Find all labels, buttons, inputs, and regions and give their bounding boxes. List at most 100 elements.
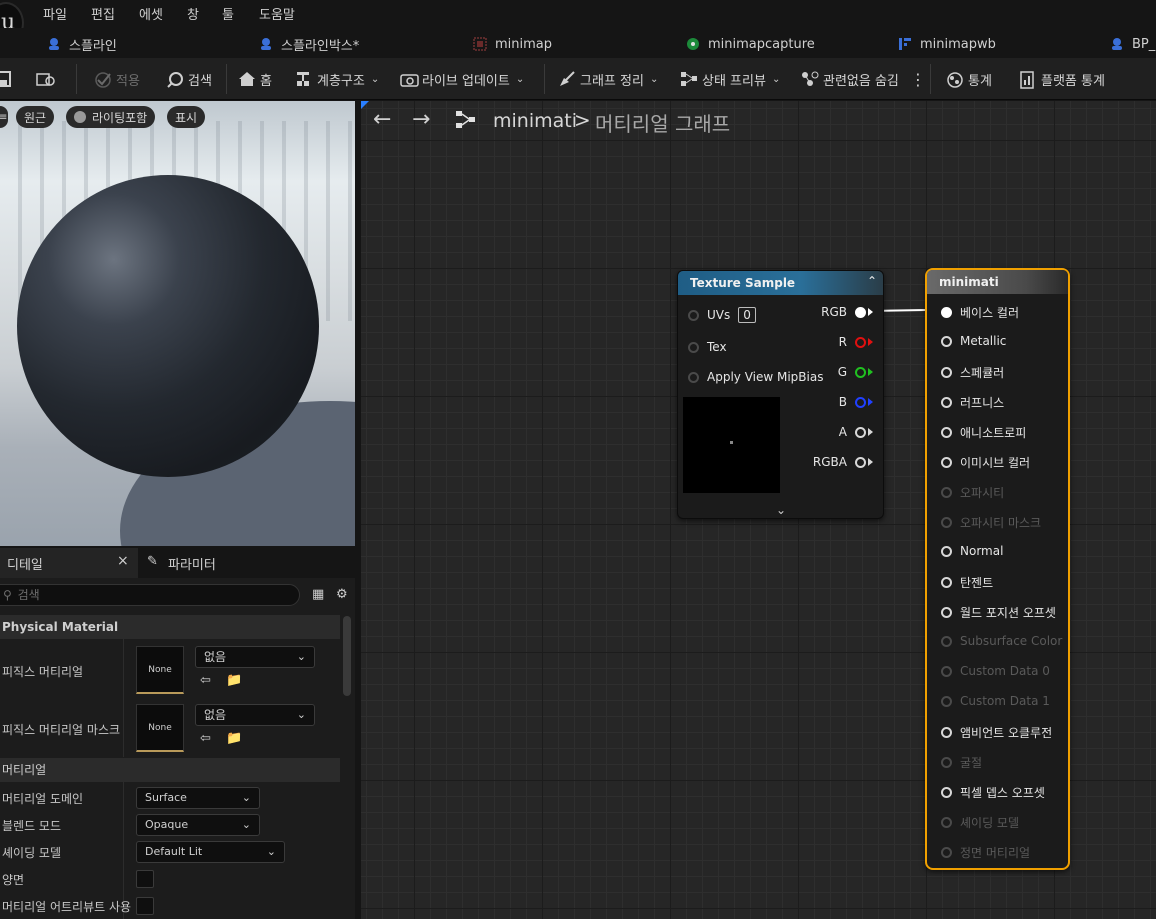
output-rgb[interactable]: RGB: [821, 305, 873, 319]
input-pin-icon[interactable]: [941, 635, 952, 647]
output-a[interactable]: A: [839, 425, 873, 439]
input-pin-icon[interactable]: [941, 577, 952, 588]
settings-gear-icon[interactable]: ⚙: [336, 587, 352, 603]
phys-material-thumbnail[interactable]: None: [136, 646, 184, 694]
output-pin-icon[interactable]: [855, 366, 866, 378]
material-input-pin[interactable]: 앰비언트 오클루전: [941, 724, 1052, 741]
tab-minimap[interactable]: minimap: [473, 34, 552, 54]
graph-cleanup-dropdown[interactable]: 그래프 정리 ⌄: [558, 68, 658, 90]
input-pin-icon[interactable]: [941, 335, 952, 347]
input-pin-icon[interactable]: [941, 457, 952, 468]
output-pin-icon[interactable]: [855, 396, 866, 408]
menu-tools[interactable]: 툴: [222, 4, 234, 23]
input-pin-icon[interactable]: [941, 787, 952, 798]
material-input-pin[interactable]: 오파시티: [941, 484, 1004, 501]
tab-bp[interactable]: BP_: [1110, 34, 1155, 54]
input-pin-icon[interactable]: [688, 309, 699, 321]
output-pin-icon[interactable]: [855, 426, 866, 438]
input-pin-icon[interactable]: [941, 607, 952, 618]
output-b[interactable]: B: [839, 395, 873, 409]
material-input-pin[interactable]: Custom Data 1: [941, 694, 1050, 708]
material-domain-select[interactable]: Surface ⌄: [136, 787, 260, 809]
material-input-pin[interactable]: 이미시브 컬러: [941, 454, 1030, 471]
browse-asset-icon[interactable]: 📁: [226, 673, 242, 689]
browse-asset-icon[interactable]: 📁: [226, 731, 242, 747]
section-material[interactable]: 머티리얼: [0, 758, 340, 782]
back-arrow-icon[interactable]: ←: [373, 107, 391, 132]
show-button[interactable]: 표시: [167, 106, 206, 128]
input-pin-icon[interactable]: [941, 427, 952, 438]
output-pin-icon[interactable]: [855, 336, 866, 348]
material-input-pin[interactable]: 러프니스: [941, 394, 1004, 411]
grid-view-icon[interactable]: ▦: [312, 587, 328, 603]
use-attributes-checkbox[interactable]: [136, 897, 154, 915]
output-pin-icon[interactable]: [855, 306, 866, 318]
hierarchy-dropdown[interactable]: 계층구조 ⌄: [295, 68, 379, 90]
input-pin-icon[interactable]: [941, 665, 952, 677]
tab-details[interactable]: 디테일: [7, 554, 43, 573]
breadcrumb-root[interactable]: minimati: [493, 110, 577, 132]
more-options-button[interactable]: ⋮: [910, 68, 926, 90]
output-pin-icon[interactable]: [855, 456, 866, 468]
menu-window[interactable]: 창: [187, 4, 199, 23]
input-pin-icon[interactable]: [941, 367, 952, 378]
lit-mode-button[interactable]: 라이팅포함: [66, 106, 156, 128]
section-physical-material[interactable]: Physical Material: [0, 615, 340, 639]
input-pin-icon[interactable]: [941, 727, 952, 738]
node-title[interactable]: Texture Sample: [678, 271, 883, 295]
use-selected-icon[interactable]: ⇦: [200, 731, 216, 747]
material-input-pin[interactable]: 월드 포지션 오프셋: [941, 604, 1056, 621]
input-pin-icon[interactable]: [941, 817, 952, 828]
input-pin-icon[interactable]: [941, 307, 952, 318]
tab-minimapwb[interactable]: minimapwb: [898, 34, 996, 54]
tab-parameters[interactable]: 파라미터: [168, 554, 216, 573]
apply-button[interactable]: 적용: [94, 68, 140, 90]
input-pin-icon[interactable]: [941, 757, 952, 768]
input-mipbias[interactable]: Apply View MipBias: [688, 370, 823, 384]
material-input-pin[interactable]: 오파시티 마스크: [941, 514, 1041, 531]
input-tex[interactable]: Tex: [688, 340, 727, 354]
material-input-pin[interactable]: 탄젠트: [941, 574, 993, 591]
details-search-input[interactable]: ⚲ 검색: [0, 584, 300, 606]
input-pin-icon[interactable]: [941, 695, 952, 707]
material-input-pin[interactable]: Metallic: [941, 334, 1006, 348]
tab-spline-box[interactable]: 스플라인박스*: [259, 34, 359, 54]
forward-arrow-icon[interactable]: →: [412, 107, 430, 132]
menu-file[interactable]: 파일: [43, 4, 67, 23]
details-scrollbar[interactable]: [343, 616, 351, 696]
browse-button[interactable]: [36, 68, 55, 90]
input-pin-icon[interactable]: [941, 487, 952, 498]
material-input-pin[interactable]: 베이스 컬러: [941, 304, 1019, 321]
input-uvs[interactable]: UVs 0: [688, 307, 756, 323]
input-pin-icon[interactable]: [941, 517, 952, 528]
hide-unrelated-button[interactable]: 관련없음 숨김: [801, 68, 899, 90]
material-input-pin[interactable]: 스페큘러: [941, 364, 1004, 381]
output-r[interactable]: R: [839, 335, 873, 349]
perspective-button[interactable]: 원근: [16, 106, 55, 128]
menu-asset[interactable]: 에셋: [139, 4, 163, 23]
platform-stats-button[interactable]: 플랫폼 통계: [1019, 68, 1105, 90]
material-result-node[interactable]: minimati 베이스 컬러 Metallic 스페큘러 러프니스 애니소트로피 이미시…: [925, 268, 1070, 870]
node-title[interactable]: minimati: [927, 270, 1068, 294]
material-input-pin[interactable]: Subsurface Color: [941, 634, 1062, 648]
two-sided-checkbox[interactable]: [136, 870, 154, 888]
material-input-pin[interactable]: Custom Data 0: [941, 664, 1050, 678]
state-preview-dropdown[interactable]: 상태 프리뷰 ⌄: [680, 68, 780, 90]
input-pin-icon[interactable]: [688, 371, 699, 383]
material-input-pin[interactable]: 정면 머티리얼: [941, 844, 1030, 861]
material-input-pin[interactable]: 픽셀 뎁스 오프셋: [941, 784, 1045, 801]
home-button[interactable]: 홈: [238, 68, 272, 90]
output-g[interactable]: G: [838, 365, 873, 379]
phys-mask-thumbnail[interactable]: None: [136, 704, 184, 752]
material-input-pin[interactable]: 굴절: [941, 754, 982, 771]
input-pin-icon[interactable]: [941, 545, 952, 557]
blend-mode-select[interactable]: Opaque ⌄: [136, 814, 260, 836]
search-button[interactable]: 검색: [166, 68, 212, 90]
use-selected-icon[interactable]: ⇦: [200, 673, 216, 689]
collapse-chevron-icon[interactable]: ⌃: [867, 274, 877, 288]
texture-sample-node[interactable]: Texture Sample ⌃ UVs 0 Tex Apply View Mi…: [677, 270, 884, 519]
menu-edit[interactable]: 편집: [91, 4, 115, 23]
preview-viewport[interactable]: ≡ 원근 라이팅포함 표시 Z X: [0, 101, 355, 546]
tab-minimapcapture[interactable]: minimapcapture: [686, 34, 815, 54]
uvs-value-input[interactable]: 0: [738, 307, 756, 323]
